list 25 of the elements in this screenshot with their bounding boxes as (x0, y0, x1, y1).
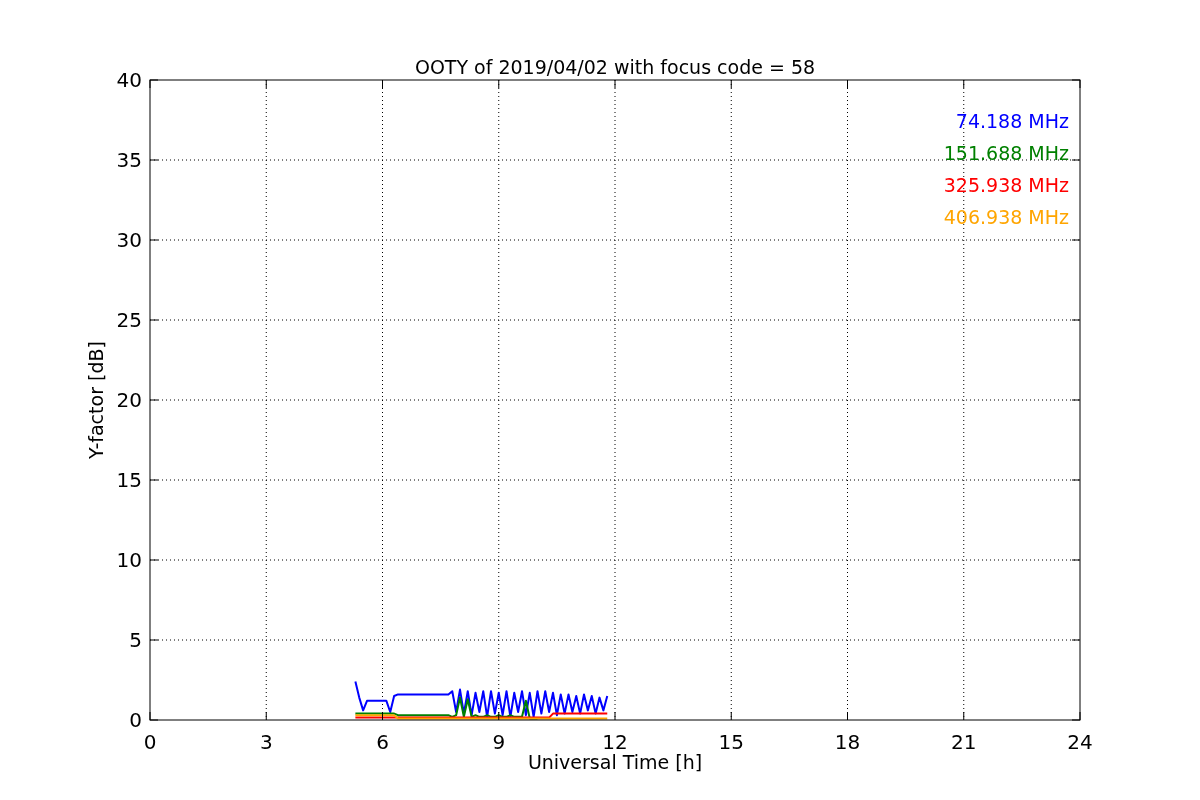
x-tick-label: 18 (834, 730, 861, 754)
x-tick-label: 24 (1067, 730, 1093, 754)
x-tick-label: 15 (718, 730, 744, 754)
y-tick-label: 40 (116, 68, 142, 92)
y-tick-label: 35 (116, 148, 142, 172)
y-tick-label: 25 (116, 308, 142, 332)
x-tick-label: 21 (951, 730, 977, 754)
x-tick-label: 12 (602, 730, 628, 754)
x-tick-label: 6 (376, 730, 389, 754)
x-axis-label: Universal Time [h] (527, 751, 703, 773)
legend-label: 74.188 MHz (955, 110, 1069, 132)
x-tick-label: 3 (259, 730, 273, 754)
y-tick-label: 15 (116, 468, 142, 492)
legend-label: 406.938 MHz (943, 206, 1069, 228)
chart-title: OOTY of 2019/04/02 with focus code = 58 (414, 56, 816, 78)
y-tick-label: 0 (129, 708, 142, 732)
x-tick-label: 9 (492, 730, 506, 754)
y-tick-label: 30 (116, 228, 142, 252)
y-tick-label: 5 (129, 628, 142, 652)
legend-label: 151.688 MHz (943, 142, 1069, 164)
x-tick-label: 0 (143, 730, 157, 754)
y-tick-label: 10 (116, 548, 142, 572)
y-tick-label: 20 (116, 388, 142, 412)
legend-label: 325.938 MHz (943, 174, 1069, 196)
y-axis-label: Y-factor [dB] (85, 341, 107, 459)
